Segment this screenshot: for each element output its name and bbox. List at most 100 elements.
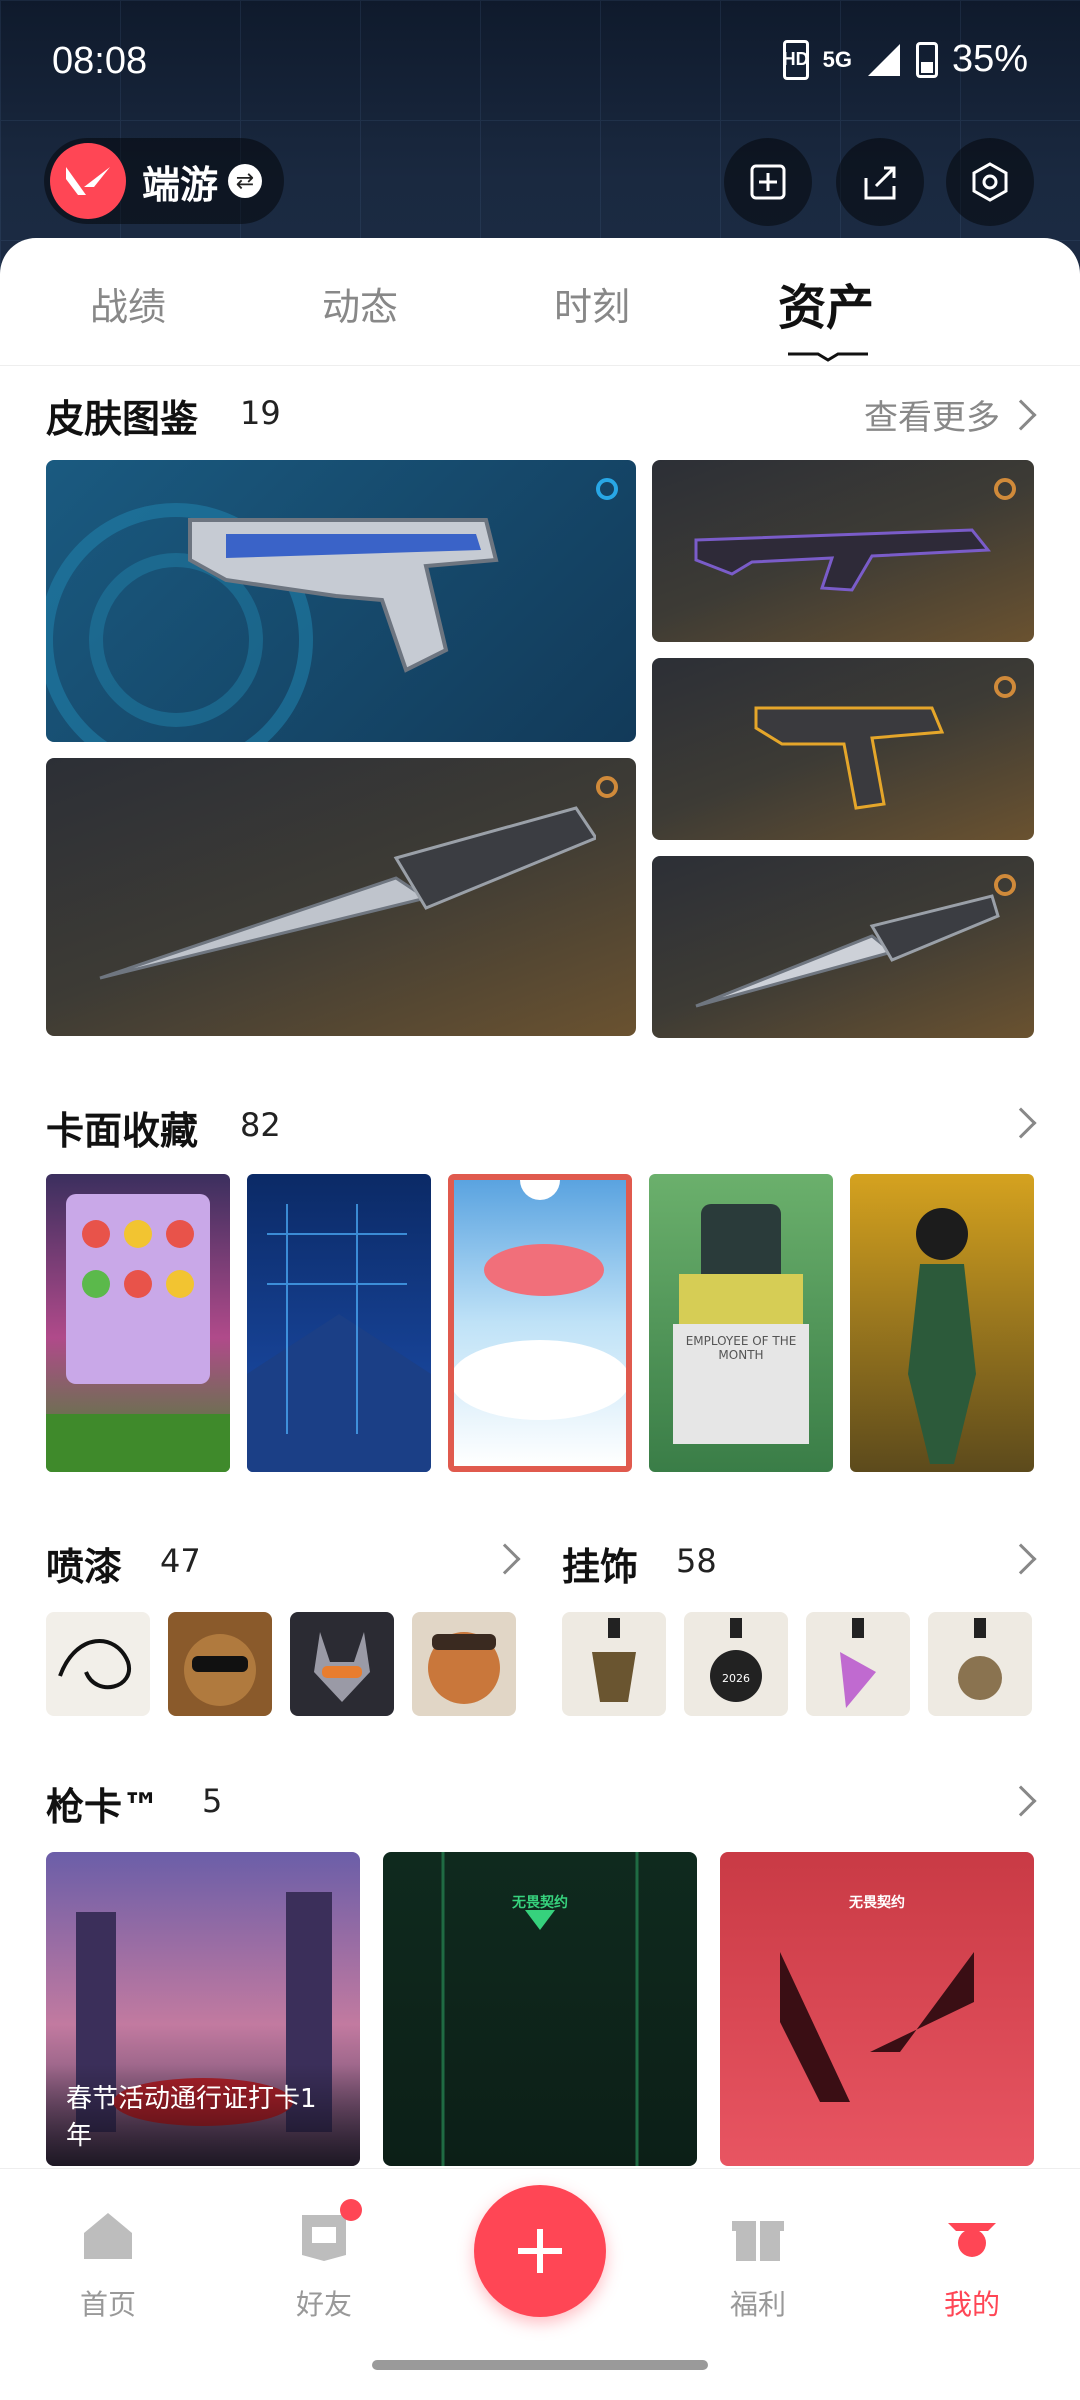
nav-home[interactable]: 首页 (48, 2205, 168, 2323)
tab-feed[interactable]: 动态 (322, 276, 398, 331)
create-post-button[interactable] (474, 2185, 606, 2317)
card-art (673, 1204, 809, 1444)
skin-tile-rifle[interactable] (652, 460, 1034, 642)
share-icon (864, 166, 896, 200)
settings-icon (972, 162, 1008, 202)
gun-card-item[interactable]: 无畏契约 (720, 1852, 1034, 2166)
nav-me-label: 我的 (943, 2288, 1000, 2321)
player-cards-row: EMPLOYEE OF THE MONTH (46, 1174, 1034, 1472)
player-card-fruit-slot[interactable] (46, 1174, 230, 1472)
spray-item[interactable] (290, 1612, 394, 1716)
cards-title: 卡面收藏 (46, 1109, 199, 1153)
charm-art (958, 1618, 1002, 1700)
gun-card-badge: 无畏契约 (512, 1895, 568, 1911)
skins-count: 19 (240, 394, 281, 432)
gun-card-badge: 无畏契约 (849, 1895, 905, 1911)
chevron-right-icon[interactable] (1005, 1107, 1037, 1139)
battery-icon (915, 41, 938, 78)
account-name: 端游 (142, 162, 219, 207)
settings-button[interactable] (946, 138, 1034, 226)
nav-benefits[interactable]: 福利 (698, 2205, 818, 2323)
spray-item[interactable] (46, 1612, 150, 1716)
rarity-icon (994, 478, 1016, 500)
chevron-right-icon[interactable] (1005, 399, 1037, 431)
home-icon (84, 2213, 132, 2259)
card-art (908, 1208, 976, 1464)
charm-item[interactable] (806, 1612, 910, 1716)
skin-tile-sidearm[interactable] (652, 658, 1034, 840)
status-icons: HD 5G 35% (782, 38, 1028, 81)
tab-assets[interactable]: 资产 (778, 268, 874, 338)
player-card-employee[interactable]: EMPLOYEE OF THE MONTH (649, 1174, 833, 1472)
rarity-icon (994, 676, 1016, 698)
status-time: 08:08 (52, 40, 148, 82)
sidearm-skin-image (754, 706, 945, 810)
network-type: 5G (822, 46, 852, 72)
active-tab-indicator (788, 352, 868, 362)
content-sheet: 战绩 动态 时刻 资产 皮肤图鉴 19 查看更多 卡面收藏 82 EMPLOYE… (0, 238, 1080, 2168)
charm-item[interactable] (562, 1612, 666, 1716)
swap-icon: ⇄ (228, 164, 263, 198)
card-caption: EMPLOYEE OF THE MONTH (685, 1334, 797, 1362)
gun-cards-title: 枪卡™ (46, 1785, 161, 1829)
signal-icon (867, 43, 900, 76)
tab-stats[interactable]: 战绩 (90, 276, 166, 331)
spray-art (184, 1634, 256, 1706)
rarity-icon (596, 478, 618, 500)
charms-count: 58 (676, 1542, 717, 1580)
spray-item[interactable] (412, 1612, 516, 1716)
rifle-skin-image (694, 528, 991, 592)
valorant-logo-icon (66, 167, 110, 195)
battery-percent: 35% (951, 38, 1028, 80)
nav-home-label: 首页 (79, 2288, 136, 2321)
player-card-agent[interactable] (850, 1174, 1034, 1472)
charm-item[interactable]: 2026 (684, 1612, 788, 1716)
charm-item[interactable] (928, 1612, 1032, 1716)
nav-friends[interactable]: 好友 (264, 2199, 384, 2323)
knife-skin-image (695, 894, 1000, 1008)
sprays-count: 47 (160, 1542, 201, 1580)
card-art (247, 1204, 431, 1472)
sprays-title: 喷漆 (46, 1545, 123, 1589)
player-card-blue-city[interactable] (247, 1174, 431, 1472)
notification-dot (340, 2199, 362, 2221)
spray-art (428, 1632, 500, 1704)
gun-card-item[interactable]: 春节活动通行证打卡1年 (46, 1852, 360, 2166)
card-edit-button[interactable] (724, 138, 812, 226)
gun-card-item[interactable]: 无畏契约 (383, 1852, 697, 2166)
account-switcher[interactable]: 端游 ⇄ (44, 138, 284, 224)
card-art (46, 1194, 230, 1472)
skin-tile-pistol[interactable] (46, 460, 636, 742)
charms-title: 挂饰 (562, 1545, 639, 1589)
rarity-icon (994, 874, 1016, 896)
status-bar: 08:08 HD 5G 35% (0, 0, 1080, 130)
gun-card-caption: 春节活动通行证打卡1年 (46, 2064, 360, 2166)
skin-tile-knife-small[interactable] (652, 856, 1034, 1038)
avatar (50, 143, 126, 219)
nav-friends-label: 好友 (295, 2288, 352, 2321)
skin-tile-knife-large[interactable] (46, 758, 636, 1036)
nav-me[interactable]: 我的 (912, 2205, 1032, 2323)
charm-art (710, 1618, 762, 1702)
spray-item[interactable] (168, 1612, 272, 1716)
profile-agent-icon (948, 2223, 996, 2257)
card-art (454, 1180, 626, 1420)
charm-art (592, 1618, 636, 1702)
player-card-flying-pig[interactable] (448, 1174, 632, 1472)
chevron-right-icon[interactable] (1005, 1543, 1037, 1575)
nav-benefits-label: 福利 (729, 2288, 786, 2321)
skins-more-link[interactable]: 查看更多 (864, 390, 1000, 439)
share-button[interactable] (836, 138, 924, 226)
knife-skin-image (99, 806, 596, 980)
chevron-right-icon[interactable] (1005, 1785, 1037, 1817)
chevron-right-icon[interactable] (489, 1543, 521, 1575)
charm-label: 2026 (722, 1672, 750, 1685)
card-edit-icon (750, 164, 786, 200)
charm-art (840, 1618, 876, 1708)
gift-icon (732, 2221, 784, 2261)
gun-cards-count: 5 (202, 1782, 223, 1820)
hd-icon: HD (782, 39, 809, 80)
spray-art (58, 1639, 132, 1690)
tab-moments[interactable]: 时刻 (554, 276, 630, 331)
tab-bar: 战绩 动态 时刻 资产 (0, 238, 1080, 366)
